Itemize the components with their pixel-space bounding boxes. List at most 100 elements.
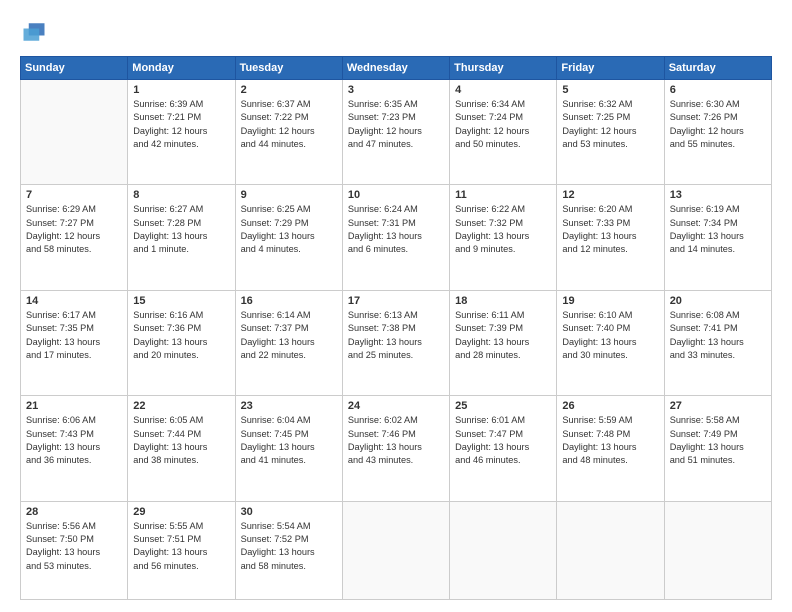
day-info: Sunrise: 6:08 AM Sunset: 7:41 PM Dayligh… bbox=[670, 309, 766, 362]
day-number: 16 bbox=[241, 295, 337, 307]
calendar-cell: 27 Sunrise: 5:58 AM Sunset: 7:49 PM Dayli… bbox=[664, 396, 771, 501]
week-row-5: 28 Sunrise: 5:56 AM Sunset: 7:50 PM Dayli… bbox=[21, 501, 772, 599]
day-number: 13 bbox=[670, 189, 766, 201]
weekday-friday: Friday bbox=[557, 57, 664, 80]
day-info: Sunrise: 6:04 AM Sunset: 7:45 PM Dayligh… bbox=[241, 414, 337, 467]
day-number: 9 bbox=[241, 189, 337, 201]
calendar-cell: 21Sunrise: 6:06 AM Sunset: 7:43 PM Dayli… bbox=[21, 396, 128, 501]
calendar-cell bbox=[664, 501, 771, 599]
day-info: Sunrise: 5:56 AM Sunset: 7:50 PM Dayligh… bbox=[26, 520, 122, 573]
day-number: 28 bbox=[26, 506, 122, 518]
calendar-cell: 12 Sunrise: 6:20 AM Sunset: 7:33 PM Dayli… bbox=[557, 185, 664, 290]
page: SundayMondayTuesdayWednesdayThursdayFrid… bbox=[0, 0, 792, 612]
day-number: 17 bbox=[348, 295, 444, 307]
calendar-cell: 20Sunrise: 6:08 AM Sunset: 7:41 PM Dayli… bbox=[664, 290, 771, 395]
day-number: 23 bbox=[241, 400, 337, 412]
day-info: Sunrise: 6:14 AM Sunset: 7:37 PM Dayligh… bbox=[241, 309, 337, 362]
calendar-cell bbox=[21, 80, 128, 185]
calendar-cell: 16 Sunrise: 6:14 AM Sunset: 7:37 PM Dayli… bbox=[235, 290, 342, 395]
day-number: 7 bbox=[26, 189, 122, 201]
day-info: Sunrise: 6:06 AM Sunset: 7:43 PM Dayligh… bbox=[26, 414, 122, 467]
day-number: 15 bbox=[133, 295, 229, 307]
day-info: Sunrise: 6:05 AM Sunset: 7:44 PM Dayligh… bbox=[133, 414, 229, 467]
day-number: 26 bbox=[562, 400, 658, 412]
calendar-cell: 19 Sunrise: 6:10 AM Sunset: 7:40 PM Dayli… bbox=[557, 290, 664, 395]
day-number: 24 bbox=[348, 400, 444, 412]
day-info: Sunrise: 6:24 AM Sunset: 7:31 PM Dayligh… bbox=[348, 203, 444, 256]
day-info: Sunrise: 6:30 AM Sunset: 7:26 PM Dayligh… bbox=[670, 98, 766, 151]
calendar-cell: 14 Sunrise: 6:17 AM Sunset: 7:35 PM Dayli… bbox=[21, 290, 128, 395]
day-info: Sunrise: 5:58 AM Sunset: 7:49 PM Dayligh… bbox=[670, 414, 766, 467]
day-number: 12 bbox=[562, 189, 658, 201]
day-number: 14 bbox=[26, 295, 122, 307]
day-number: 8 bbox=[133, 189, 229, 201]
calendar-cell bbox=[450, 501, 557, 599]
calendar-cell: 25 Sunrise: 6:01 AM Sunset: 7:47 PM Dayli… bbox=[450, 396, 557, 501]
day-info: Sunrise: 6:35 AM Sunset: 7:23 PM Dayligh… bbox=[348, 98, 444, 151]
weekday-tuesday: Tuesday bbox=[235, 57, 342, 80]
calendar-cell: 26 Sunrise: 5:59 AM Sunset: 7:48 PM Dayli… bbox=[557, 396, 664, 501]
day-number: 10 bbox=[348, 189, 444, 201]
day-number: 27 bbox=[670, 400, 766, 412]
day-info: Sunrise: 6:32 AM Sunset: 7:25 PM Dayligh… bbox=[562, 98, 658, 151]
calendar-cell: 15 Sunrise: 6:16 AM Sunset: 7:36 PM Dayli… bbox=[128, 290, 235, 395]
day-number: 18 bbox=[455, 295, 551, 307]
day-number: 1 bbox=[133, 84, 229, 96]
day-info: Sunrise: 6:20 AM Sunset: 7:33 PM Dayligh… bbox=[562, 203, 658, 256]
calendar-cell: 9Sunrise: 6:25 AM Sunset: 7:29 PM Daylig… bbox=[235, 185, 342, 290]
calendar-cell: 10 Sunrise: 6:24 AM Sunset: 7:31 PM Dayli… bbox=[342, 185, 449, 290]
calendar-cell bbox=[342, 501, 449, 599]
calendar-cell: 1 Sunrise: 6:39 AM Sunset: 7:21 PM Daylig… bbox=[128, 80, 235, 185]
logo-icon bbox=[20, 18, 48, 46]
day-info: Sunrise: 6:39 AM Sunset: 7:21 PM Dayligh… bbox=[133, 98, 229, 151]
day-number: 2 bbox=[241, 84, 337, 96]
calendar-table: SundayMondayTuesdayWednesdayThursdayFrid… bbox=[20, 56, 772, 600]
day-info: Sunrise: 6:17 AM Sunset: 7:35 PM Dayligh… bbox=[26, 309, 122, 362]
calendar-cell: 4Sunrise: 6:34 AM Sunset: 7:24 PM Daylig… bbox=[450, 80, 557, 185]
calendar-cell: 5 Sunrise: 6:32 AM Sunset: 7:25 PM Daylig… bbox=[557, 80, 664, 185]
day-info: Sunrise: 5:55 AM Sunset: 7:51 PM Dayligh… bbox=[133, 520, 229, 573]
weekday-thursday: Thursday bbox=[450, 57, 557, 80]
weekday-saturday: Saturday bbox=[664, 57, 771, 80]
week-row-3: 14 Sunrise: 6:17 AM Sunset: 7:35 PM Dayli… bbox=[21, 290, 772, 395]
logo bbox=[20, 18, 52, 46]
day-number: 29 bbox=[133, 506, 229, 518]
day-info: Sunrise: 6:34 AM Sunset: 7:24 PM Dayligh… bbox=[455, 98, 551, 151]
calendar-cell: 2 Sunrise: 6:37 AM Sunset: 7:22 PM Daylig… bbox=[235, 80, 342, 185]
week-row-4: 21Sunrise: 6:06 AM Sunset: 7:43 PM Dayli… bbox=[21, 396, 772, 501]
day-number: 11 bbox=[455, 189, 551, 201]
calendar-cell: 13 Sunrise: 6:19 AM Sunset: 7:34 PM Dayli… bbox=[664, 185, 771, 290]
day-info: Sunrise: 6:29 AM Sunset: 7:27 PM Dayligh… bbox=[26, 203, 122, 256]
day-info: Sunrise: 6:27 AM Sunset: 7:28 PM Dayligh… bbox=[133, 203, 229, 256]
header bbox=[20, 18, 772, 46]
weekday-monday: Monday bbox=[128, 57, 235, 80]
day-info: Sunrise: 6:10 AM Sunset: 7:40 PM Dayligh… bbox=[562, 309, 658, 362]
day-number: 25 bbox=[455, 400, 551, 412]
calendar-cell: 6 Sunrise: 6:30 AM Sunset: 7:26 PM Daylig… bbox=[664, 80, 771, 185]
calendar-cell: 17 Sunrise: 6:13 AM Sunset: 7:38 PM Dayli… bbox=[342, 290, 449, 395]
day-info: Sunrise: 5:59 AM Sunset: 7:48 PM Dayligh… bbox=[562, 414, 658, 467]
calendar-cell: 29 Sunrise: 5:55 AM Sunset: 7:51 PM Dayli… bbox=[128, 501, 235, 599]
day-info: Sunrise: 6:01 AM Sunset: 7:47 PM Dayligh… bbox=[455, 414, 551, 467]
day-info: Sunrise: 6:16 AM Sunset: 7:36 PM Dayligh… bbox=[133, 309, 229, 362]
calendar-cell: 30Sunrise: 5:54 AM Sunset: 7:52 PM Dayli… bbox=[235, 501, 342, 599]
calendar-cell: 24Sunrise: 6:02 AM Sunset: 7:46 PM Dayli… bbox=[342, 396, 449, 501]
calendar-cell: 11 Sunrise: 6:22 AM Sunset: 7:32 PM Dayli… bbox=[450, 185, 557, 290]
calendar-cell: 18Sunrise: 6:11 AM Sunset: 7:39 PM Dayli… bbox=[450, 290, 557, 395]
day-number: 3 bbox=[348, 84, 444, 96]
calendar-cell: 28 Sunrise: 5:56 AM Sunset: 7:50 PM Dayli… bbox=[21, 501, 128, 599]
day-number: 30 bbox=[241, 506, 337, 518]
day-number: 5 bbox=[562, 84, 658, 96]
weekday-wednesday: Wednesday bbox=[342, 57, 449, 80]
calendar-cell: 3 Sunrise: 6:35 AM Sunset: 7:23 PM Daylig… bbox=[342, 80, 449, 185]
day-info: Sunrise: 6:37 AM Sunset: 7:22 PM Dayligh… bbox=[241, 98, 337, 151]
calendar-cell: 7 Sunrise: 6:29 AM Sunset: 7:27 PM Daylig… bbox=[21, 185, 128, 290]
week-row-1: 1 Sunrise: 6:39 AM Sunset: 7:21 PM Daylig… bbox=[21, 80, 772, 185]
day-number: 19 bbox=[562, 295, 658, 307]
calendar-cell bbox=[557, 501, 664, 599]
day-info: Sunrise: 6:22 AM Sunset: 7:32 PM Dayligh… bbox=[455, 203, 551, 256]
day-info: Sunrise: 6:13 AM Sunset: 7:38 PM Dayligh… bbox=[348, 309, 444, 362]
day-number: 6 bbox=[670, 84, 766, 96]
weekday-sunday: Sunday bbox=[21, 57, 128, 80]
day-info: Sunrise: 6:19 AM Sunset: 7:34 PM Dayligh… bbox=[670, 203, 766, 256]
